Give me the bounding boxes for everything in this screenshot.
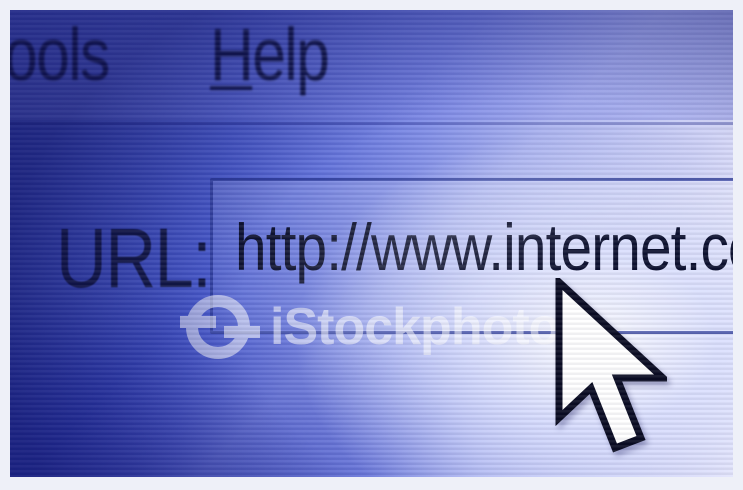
menu-tools-label: ools [10, 13, 110, 96]
istockphoto-logo-icon [180, 295, 260, 359]
menu-help[interactable]: Help [210, 12, 330, 97]
mouse-pointer-arrow-icon [555, 278, 667, 453]
watermark: iStockphoto [180, 292, 560, 362]
menu-bar: ools Help [10, 10, 733, 120]
browser-screen-photo: ools Help URL: http://www.internet.com i… [10, 10, 733, 477]
menu-divider [10, 122, 733, 125]
menu-tools[interactable]: ools [10, 12, 110, 97]
address-bar-value[interactable]: http://www.internet.com [235, 209, 733, 285]
menu-help-mnemonic: H [210, 13, 254, 96]
image-frame: ools Help URL: http://www.internet.com i… [0, 0, 743, 490]
watermark-text: iStockphoto [270, 298, 560, 356]
menu-help-label: elp [252, 13, 330, 96]
